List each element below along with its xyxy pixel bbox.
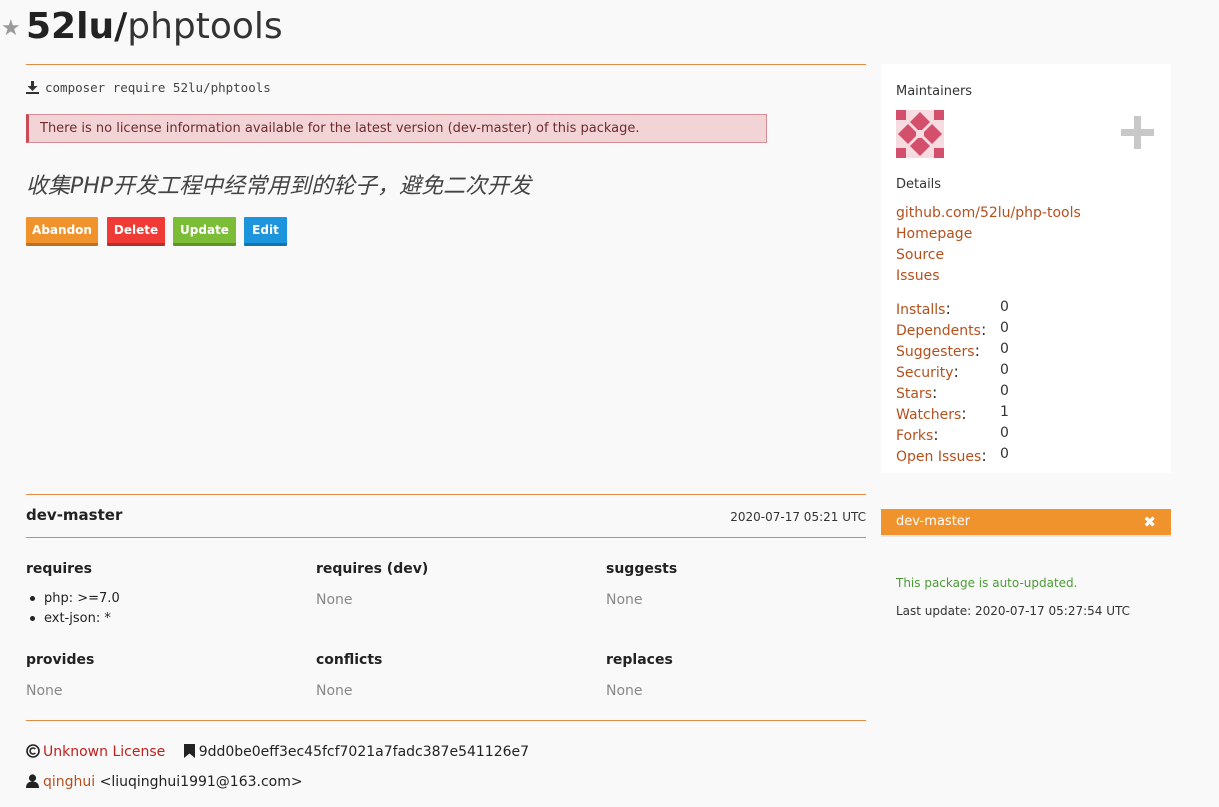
stat-forks-label[interactable]: Forks [896,428,933,444]
stats-list: Installs: 0 Dependents: 0 Suggesters: 0 … [896,299,1009,467]
stat-row: Suggesters: 0 [896,341,1009,360]
package-sidebar: Maintainers Details github.com/52lu/php-… [881,64,1171,473]
homepage-link[interactable]: Homepage [896,226,972,242]
conflicts-heading: conflicts [316,652,383,668]
maintainers-heading: Maintainers [896,84,973,99]
stat-row: Dependents: 0 [896,320,1009,339]
stat-suggesters-value: 0 [1000,341,1009,357]
license-and-commit: Unknown License 9dd0be0eff3ec45fcf7021a7… [26,744,529,762]
requires-dev-heading: requires (dev) [316,561,429,577]
vendor-name[interactable]: 52lu/ [26,6,127,47]
stat-row: Watchers: 1 [896,404,1009,423]
author-email: <liuqinghui1991@163.com> [99,774,303,790]
version-date: 2020-07-17 05:21 UTC [730,510,866,524]
provides-heading: provides [26,652,95,668]
conflicts-value: None [316,683,353,699]
stat-security-label[interactable]: Security [896,365,954,381]
stat-open-issues-value: 0 [1000,446,1009,462]
requires-item: ext-json: * [44,611,111,626]
version-selector-item[interactable]: dev-master ✖ [881,509,1171,537]
source-link[interactable]: Source [896,247,944,263]
issues-link[interactable]: Issues [896,268,940,284]
edit-button[interactable]: Edit [244,217,287,246]
stat-row: Stars: 0 [896,383,1009,402]
stat-row: Installs: 0 [896,299,1009,318]
update-button[interactable]: Update [173,217,236,246]
add-maintainer-icon[interactable] [1121,116,1154,153]
details-heading: Details [896,177,942,192]
avatar[interactable] [896,110,944,158]
stat-forks-value: 0 [1000,425,1009,441]
requires-list: php: >=7.0 ext-json: * [30,591,120,631]
header-divider [26,64,866,65]
stat-open-issues-label[interactable]: Open Issues [896,449,981,465]
replaces-heading: replaces [606,652,673,668]
stat-installs-label[interactable]: Installs [896,302,945,318]
requires-dev-value: None [316,592,353,608]
stat-watchers-label[interactable]: Watchers [896,407,961,423]
license-link[interactable]: Unknown License [43,744,165,760]
package-description: 收集PHP开发工程中经常用到的轮子，避免二次开发 [26,174,532,199]
close-icon[interactable]: ✖ [1143,513,1156,531]
version-top-divider [26,494,866,495]
auto-updated-notice: This package is auto-updated. [896,576,1078,590]
stat-row: Open Issues: 0 [896,446,1009,465]
download-icon [26,80,39,97]
star-icon[interactable]: ★ [1,18,21,40]
bookmark-icon [183,744,195,762]
author-line: qinghui <liuqinghui1991@163.com> [26,774,303,792]
list-item: php: >=7.0 [30,591,120,611]
version-footer-divider [26,720,866,721]
stat-security-value: 0 [1000,362,1009,378]
user-icon [26,774,39,792]
page-title: 52lu/phptools [26,4,283,50]
install-command[interactable]: composer require 52lu/phptools [26,80,271,97]
stat-stars-value: 0 [1000,383,1009,399]
license-alert: There is no license information availabl… [26,114,767,143]
stat-watchers-value: 1 [1000,404,1009,420]
abandon-button[interactable]: Abandon [26,217,98,246]
repository-link[interactable]: github.com/52lu/php-tools [896,205,1081,221]
suggests-heading: suggests [606,561,678,577]
stat-row: Security: 0 [896,362,1009,381]
last-update-text: Last update: 2020-07-17 05:27:54 UTC [896,604,1130,618]
list-item: ext-json: * [30,611,120,631]
stat-row: Forks: 0 [896,425,1009,444]
author-link[interactable]: qinghui [43,774,95,790]
package-name: phptools [127,6,283,47]
install-command-text: composer require 52lu/phptools [45,80,271,95]
replaces-value: None [606,683,643,699]
requires-heading: requires [26,561,92,577]
version-selector-label: dev-master [896,514,971,529]
commit-hash: 9dd0be0eff3ec45fcf7021a7fadc387e541126e7 [198,744,530,760]
version-header-divider [26,537,866,538]
stat-suggesters-label[interactable]: Suggesters [896,344,975,360]
stat-stars-label[interactable]: Stars [896,386,932,402]
copyright-icon [26,744,40,762]
stat-dependents-label[interactable]: Dependents [896,323,981,339]
version-name: dev-master [26,506,123,524]
delete-button[interactable]: Delete [107,217,165,246]
provides-value: None [26,683,63,699]
requires-item: php: >=7.0 [44,591,120,606]
stat-installs-value: 0 [1000,299,1009,315]
stat-dependents-value: 0 [1000,320,1009,336]
suggests-value: None [606,592,643,608]
